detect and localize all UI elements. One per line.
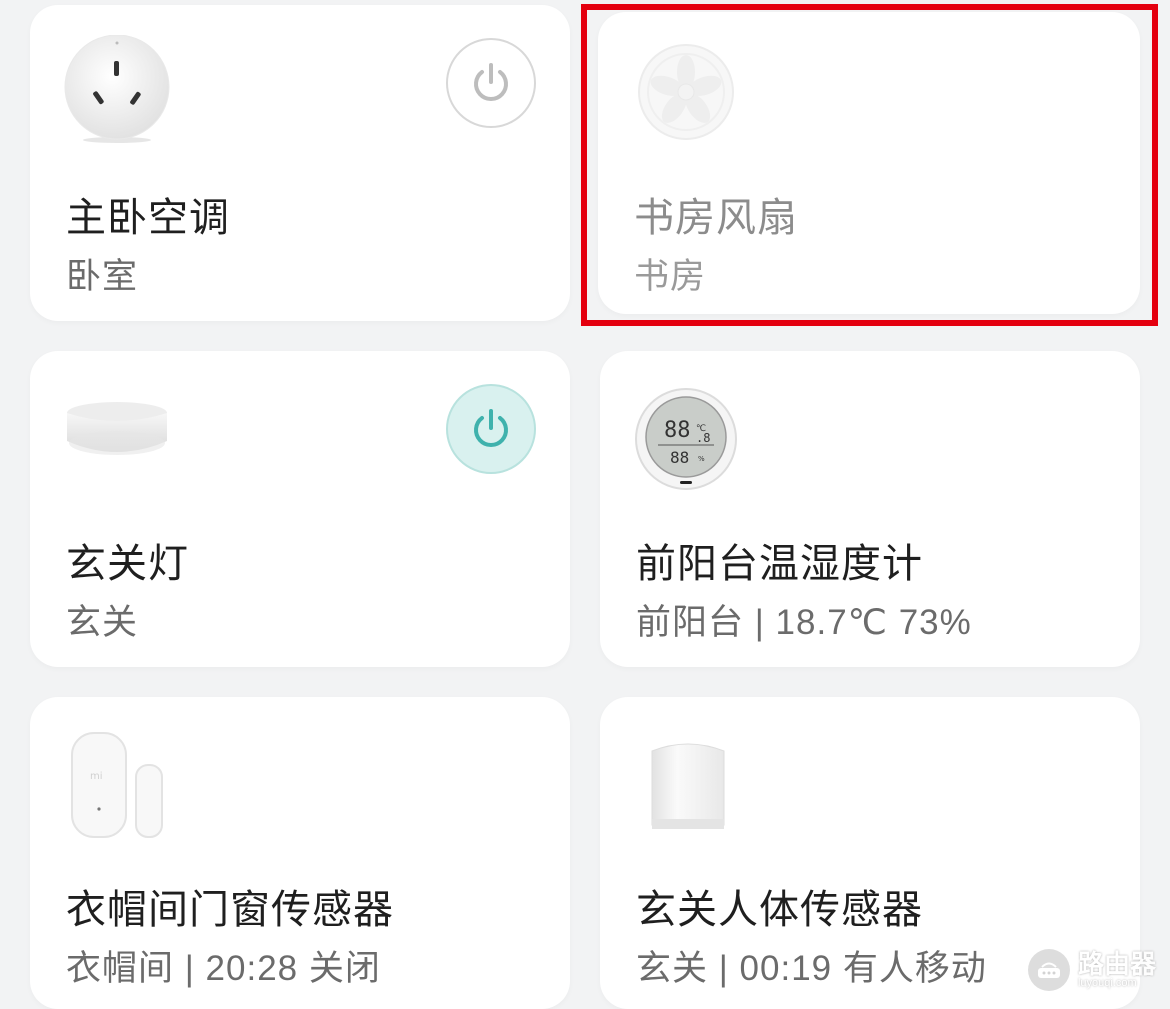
ceiling-light-icon — [62, 391, 172, 501]
device-status: 前阳台 | 18.7℃ 73% — [636, 603, 972, 642]
device-room: 卧室 — [66, 257, 139, 296]
device-name: 玄关灯 — [66, 542, 189, 586]
device-name: 前阳台温湿度计 — [636, 542, 923, 586]
smart-plug-icon — [62, 34, 172, 145]
svg-text:88: 88 — [664, 418, 691, 443]
device-name: 衣帽间门窗传感器 — [66, 888, 394, 932]
device-room: 玄关 — [66, 603, 139, 642]
motion-sensor-icon — [648, 737, 728, 833]
watermark-text: 路由器 — [1077, 949, 1156, 979]
svg-text:%: % — [698, 455, 705, 463]
power-toggle-button[interactable] — [446, 38, 536, 128]
watermark: 路由器 luyouqi.com — [1027, 949, 1156, 991]
door-window-sensor-icon: mi — [70, 731, 170, 841]
power-icon — [474, 409, 508, 447]
power-icon — [474, 63, 508, 101]
device-card-cloakroom-door-sensor[interactable]: mi 衣帽间门窗传感器 衣帽间 | 20:28 关闭 — [30, 697, 570, 1009]
device-name: 主卧空调 — [66, 196, 230, 240]
svg-text:mi: mi — [90, 771, 103, 782]
device-name: 玄关人体传感器 — [636, 888, 923, 932]
device-card-balcony-hygrometer[interactable]: 88 ℃ .8 88 % 前阳台温湿度计 前阳台 | 18.7℃ 73% — [600, 351, 1140, 667]
power-toggle-button[interactable] — [446, 384, 536, 474]
device-card-entrance-light[interactable]: 玄关灯 玄关 — [30, 351, 570, 667]
svg-text:88: 88 — [670, 448, 689, 467]
device-card-master-bedroom-ac[interactable]: 主卧空调 卧室 — [30, 5, 570, 321]
svg-text:.8: .8 — [696, 431, 710, 445]
device-status: 玄关 | 00:19 有人移动 — [636, 949, 987, 988]
highlight-box — [581, 4, 1158, 326]
device-status: 衣帽间 | 20:28 关闭 — [66, 949, 381, 988]
router-logo-icon — [1027, 949, 1070, 991]
thermo-hygrometer-icon: 88 ℃ .8 88 % — [634, 387, 738, 491]
